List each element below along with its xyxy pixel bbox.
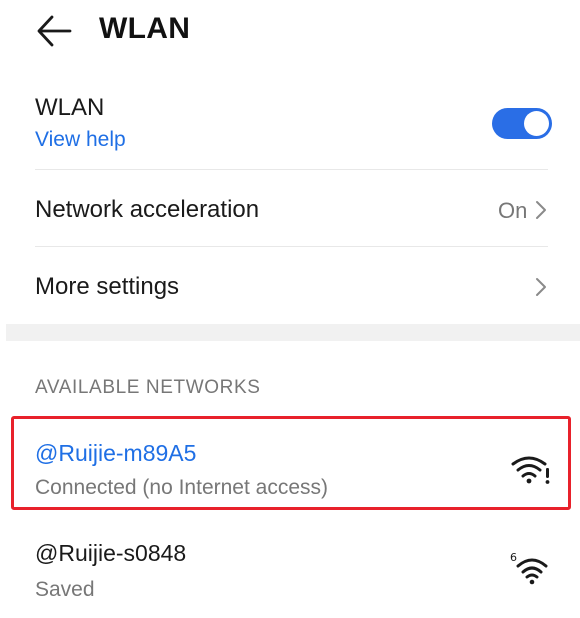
arrow-left-icon[interactable]	[36, 14, 72, 48]
view-help-link[interactable]: View help	[35, 128, 126, 152]
wifi-6-badge: 6	[510, 551, 517, 564]
wlan-label: WLAN	[35, 94, 105, 121]
toggle-knob	[524, 111, 549, 136]
network-name: @Ruijie-s0848	[35, 540, 187, 566]
chevron-right-icon	[536, 278, 546, 296]
available-networks-heading: AVAILABLE NETWORKS	[35, 377, 261, 398]
chevron-right-icon	[536, 201, 546, 219]
more-settings-row[interactable]: More settings	[0, 247, 580, 323]
network-acceleration-value: On	[498, 198, 528, 223]
wlan-toggle[interactable]	[492, 108, 552, 139]
network-acceleration-row[interactable]: Network acceleration On	[0, 170, 580, 246]
selection-highlight	[11, 416, 571, 510]
network-item-saved[interactable]: @Ruijie-s0848 Saved 6	[0, 522, 580, 612]
more-settings-label: More settings	[35, 273, 180, 300]
header-bar: WLAN	[0, 0, 580, 62]
wifi-6-icon: 6	[510, 551, 548, 585]
section-separator	[6, 324, 580, 341]
network-status: Saved	[35, 578, 95, 601]
page-title: WLAN	[99, 12, 191, 45]
network-acceleration-label: Network acceleration	[35, 196, 260, 223]
